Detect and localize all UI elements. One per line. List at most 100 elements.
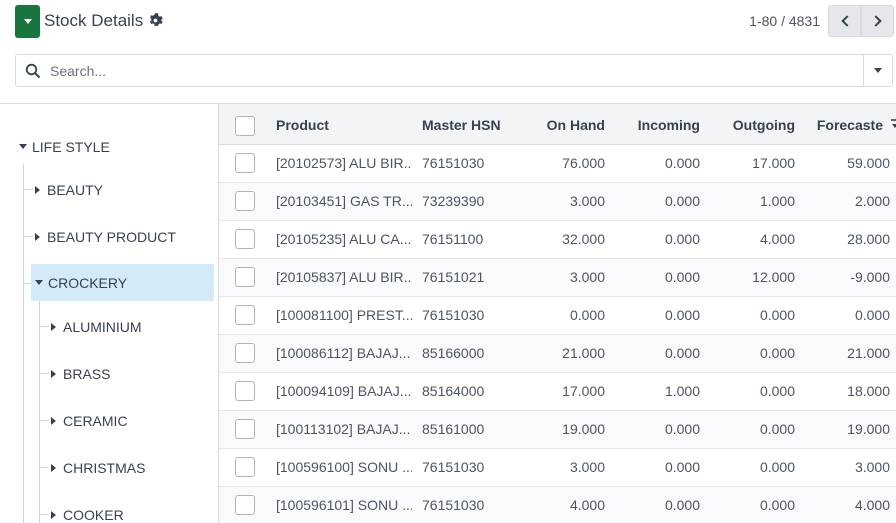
row-checkbox[interactable] (235, 457, 255, 477)
stock-table: Product Master HSN On Hand Incoming Outg… (219, 104, 896, 523)
row-checkbox[interactable] (235, 419, 255, 439)
cell-product: [20103451] GAS TR... (276, 193, 412, 209)
search-bar (15, 54, 893, 87)
select-all-checkbox[interactable] (235, 116, 255, 136)
caret-down-icon (35, 280, 43, 285)
new-dropdown-button[interactable] (15, 5, 40, 38)
table-row[interactable]: [100596100] SONU ... 76151030 3.000 0.000 0.… (219, 449, 896, 487)
column-header-product[interactable]: Product (276, 117, 329, 133)
tree-guide (23, 164, 24, 523)
cell-outgoing: 0.000 (759, 421, 795, 437)
column-header-forecaste[interactable]: Forecaste (783, 117, 883, 133)
caret-down-icon (23, 19, 32, 24)
cell-product: [100596101] SONU ... (276, 497, 412, 513)
table-row[interactable]: [100081100] PREST... 76151030 0.000 0.000 0.… (219, 297, 896, 335)
tree-item-label: BEAUTY PRODUCT (47, 228, 176, 245)
cell-master-hsn: 73239390 (422, 193, 485, 209)
cell-on-hand: 3.000 (569, 193, 605, 209)
sort-icon[interactable] (890, 118, 896, 130)
search-options-toggle[interactable] (863, 55, 892, 86)
table-row[interactable]: [20103451] GAS TR... 73239390 3.000 0.000 1.… (219, 183, 896, 221)
cell-incoming: 0.000 (664, 421, 700, 437)
row-checkbox[interactable] (235, 153, 255, 173)
cell-outgoing: 4.000 (759, 231, 795, 247)
cell-forecast: 0.000 (854, 307, 890, 323)
cell-incoming: 0.000 (664, 345, 700, 361)
cell-product: [100081100] PREST... (276, 307, 412, 323)
gear-icon[interactable] (148, 13, 163, 28)
tree-item-ceramic[interactable]: CERAMIC (49, 402, 128, 439)
tree-guide (39, 420, 49, 421)
tree-item-cooker[interactable]: COOKER (49, 496, 124, 523)
caret-down-icon (19, 144, 27, 149)
cell-master-hsn: 76151030 (422, 155, 485, 171)
cell-outgoing: 17.000 (752, 155, 795, 171)
pager-previous-button[interactable] (828, 5, 861, 37)
tree-item-label: CHRISTMAS (63, 459, 146, 476)
cell-on-hand: 32.000 (562, 231, 605, 247)
cell-master-hsn: 76151021 (422, 269, 485, 285)
table-row[interactable]: [100596101] SONU ... 76151030 4.000 0.000 0.… (219, 487, 896, 523)
row-checkbox[interactable] (235, 191, 255, 211)
cell-incoming: 0.000 (664, 269, 700, 285)
table-row[interactable]: [20105837] ALU BIR... 76151021 3.000 0.000 1… (219, 259, 896, 297)
tree-guide (39, 467, 49, 468)
column-header-master-hsn[interactable]: Master HSN (422, 117, 501, 133)
tree-item-beauty-product[interactable]: BEAUTY PRODUCT (33, 218, 176, 255)
caret-right-icon (51, 463, 56, 472)
caret-right-icon (51, 369, 56, 378)
cell-incoming: 0.000 (664, 459, 700, 475)
cell-incoming: 0.000 (664, 497, 700, 513)
row-checkbox[interactable] (235, 495, 255, 515)
cell-master-hsn: 85164000 (422, 383, 485, 399)
table-row[interactable]: [20105235] ALU CA... 76151100 32.000 0.000 4… (219, 221, 896, 259)
column-header-incoming[interactable]: Incoming (600, 117, 700, 133)
caret-right-icon (35, 232, 40, 241)
table-row[interactable]: [100113102] BAJAJ... 85161000 19.000 0.000 0… (219, 411, 896, 449)
cell-product: [100113102] BAJAJ... (276, 421, 411, 437)
cell-outgoing: 1.000 (759, 193, 795, 209)
page-title: Stock Details (44, 11, 144, 30)
cell-forecast: 4.000 (854, 497, 890, 513)
caret-right-icon (35, 185, 40, 194)
column-header-on-hand[interactable]: On Hand (505, 117, 605, 133)
cell-on-hand: 4.000 (569, 497, 605, 513)
table-row[interactable]: [100086112] BAJAJ... 85166000 21.000 0.000 0… (219, 335, 896, 373)
row-checkbox[interactable] (235, 305, 255, 325)
pager-next-button[interactable] (861, 5, 894, 37)
caret-right-icon (51, 416, 56, 425)
cell-master-hsn: 76151030 (422, 497, 485, 513)
cell-incoming: 0.000 (664, 193, 700, 209)
row-checkbox[interactable] (235, 343, 255, 363)
cell-product: [20102573] ALU BIR... (276, 155, 412, 171)
search-input[interactable] (50, 56, 860, 85)
chevron-right-icon (869, 15, 882, 27)
tree-item-crockery[interactable]: CROCKERY (31, 264, 214, 301)
cell-product: [20105235] ALU CA... (276, 231, 412, 247)
table-header: Product Master HSN On Hand Incoming Outg… (219, 104, 896, 145)
cell-on-hand: 3.000 (569, 269, 605, 285)
cell-on-hand: 0.000 (569, 307, 605, 323)
cell-forecast: -9.000 (850, 269, 890, 285)
cell-on-hand: 17.000 (562, 383, 605, 399)
tree-item-beauty[interactable]: BEAUTY (33, 171, 103, 208)
cell-outgoing: 0.000 (759, 497, 795, 513)
tree-item-label: COOKER (63, 506, 124, 523)
cell-outgoing: 0.000 (759, 345, 795, 361)
row-checkbox[interactable] (235, 267, 255, 287)
cell-outgoing: 12.000 (752, 269, 795, 285)
cell-master-hsn: 76151100 (422, 231, 484, 247)
tree-item-christmas[interactable]: CHRISTMAS (49, 449, 145, 486)
tree-item-life-style[interactable]: LIFE STYLE (19, 128, 110, 165)
cell-forecast: 59.000 (847, 155, 890, 171)
pager-value[interactable]: 1-80 / 4831 (749, 13, 820, 29)
table-row[interactable]: [20102573] ALU BIR... 76151030 76.000 0.000… (219, 145, 896, 183)
column-header-outgoing[interactable]: Outgoing (695, 117, 795, 133)
table-row[interactable]: [100094109] BAJAJ... 85164000 17.000 1.000 0… (219, 373, 896, 411)
row-checkbox[interactable] (235, 229, 255, 249)
tree-item-brass[interactable]: BRASS (49, 355, 110, 392)
tree-item-aluminium[interactable]: ALUMINIUM (49, 308, 142, 345)
row-checkbox[interactable] (235, 381, 255, 401)
control-panel: Stock Details 1-80 / 4831 (0, 0, 896, 44)
cell-incoming: 0.000 (664, 307, 700, 323)
